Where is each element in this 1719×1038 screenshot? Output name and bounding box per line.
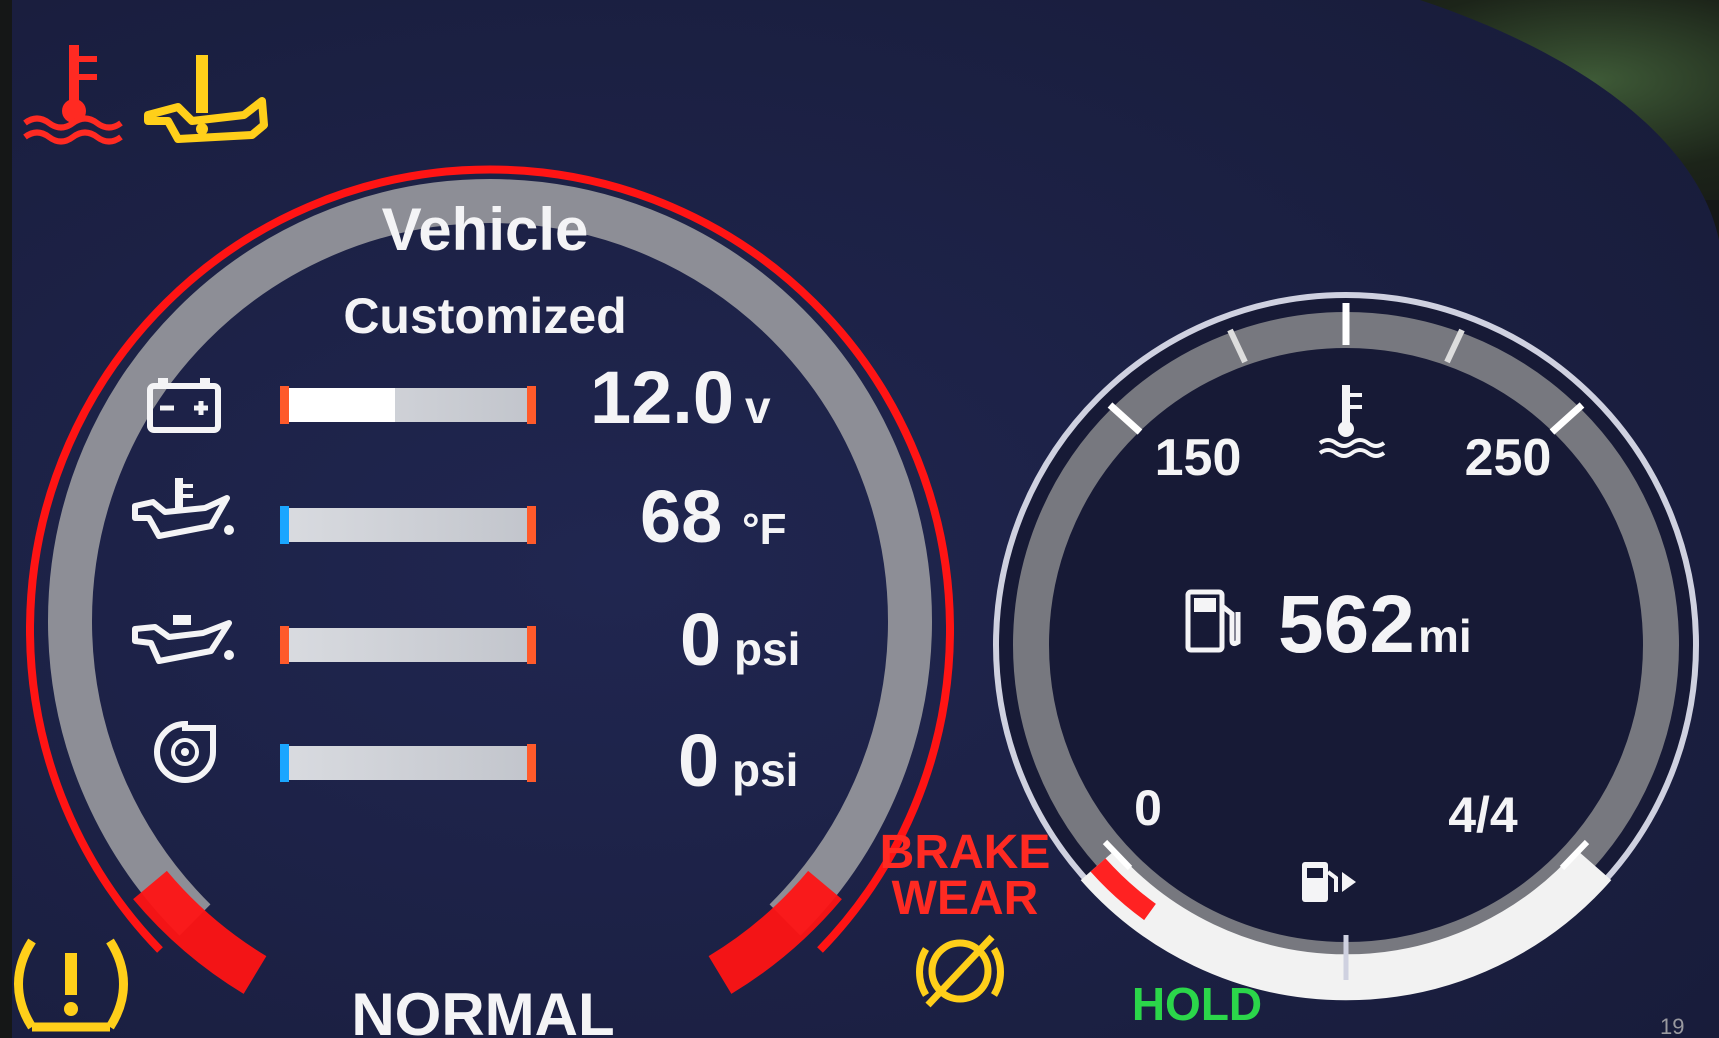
gauge-bar-fill: [282, 388, 395, 422]
gauge-bar-track: [282, 508, 532, 542]
panel-title: Vehicle: [382, 196, 589, 263]
gauge-bar-start: [280, 506, 289, 544]
oil-pressure-value: 0: [680, 598, 721, 681]
brake-wear-warning-line2: WEAR: [892, 872, 1039, 925]
gauge-bar-start: [280, 386, 289, 424]
fuel-label-full: 4/4: [1448, 787, 1518, 843]
range-unit: mi: [1418, 610, 1472, 662]
gauge-bar-start: [280, 626, 289, 664]
hold-indicator: HOLD: [1132, 978, 1262, 1030]
instrument-cluster: Vehicle Customized 12.0 v 68 °F 0 psi 0 …: [12, 0, 1719, 1038]
boost-unit: psi: [732, 744, 798, 796]
gauge-bar-track: [282, 628, 532, 662]
oil-temp-value: 68: [640, 475, 722, 558]
oil-pressure-unit: psi: [734, 623, 800, 675]
gauge-bar-track: [282, 746, 532, 780]
range-value: 562: [1278, 579, 1415, 670]
gauge-bar-end: [527, 386, 536, 424]
battery-voltage-unit: v: [745, 381, 771, 433]
panel-subtitle: Customized: [343, 288, 626, 344]
page-number: 19: [1660, 1014, 1684, 1038]
oil-temp-unit: °F: [742, 505, 786, 554]
drive-mode-label: NORMAL: [351, 981, 614, 1038]
gauge-bar-end: [527, 744, 536, 782]
gauge-bar-end: [527, 626, 536, 664]
fuel-label-empty: 0: [1134, 780, 1162, 836]
boost-value: 0: [678, 719, 719, 802]
gauge-bar-start: [280, 744, 289, 782]
gauge-bar-end: [527, 506, 536, 544]
temp-label-low: 150: [1155, 429, 1242, 487]
battery-voltage-value: 12.0: [590, 356, 734, 439]
temp-label-high: 250: [1465, 429, 1552, 487]
